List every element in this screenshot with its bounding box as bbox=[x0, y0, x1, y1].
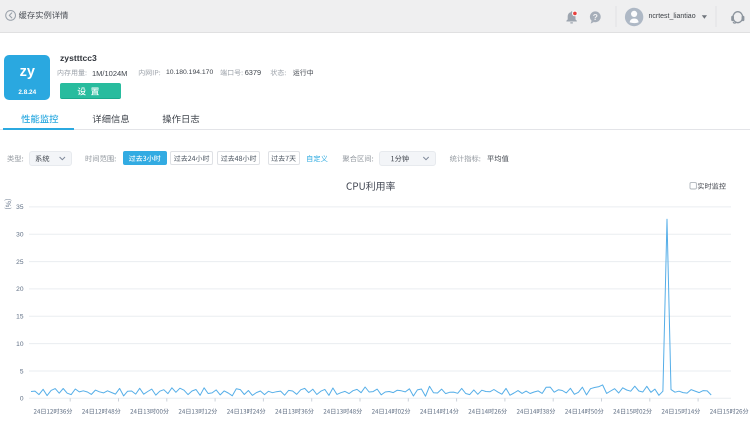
svg-text:30: 30 bbox=[16, 232, 24, 239]
svg-text:15: 15 bbox=[16, 314, 24, 321]
svg-text:?: ? bbox=[593, 12, 598, 22]
svg-text:0: 0 bbox=[20, 396, 24, 403]
svg-text:5: 5 bbox=[20, 368, 24, 375]
svg-text:10: 10 bbox=[16, 341, 24, 348]
svg-text:25: 25 bbox=[16, 259, 24, 266]
svg-text:35: 35 bbox=[16, 204, 24, 211]
svg-text:20: 20 bbox=[16, 286, 24, 293]
